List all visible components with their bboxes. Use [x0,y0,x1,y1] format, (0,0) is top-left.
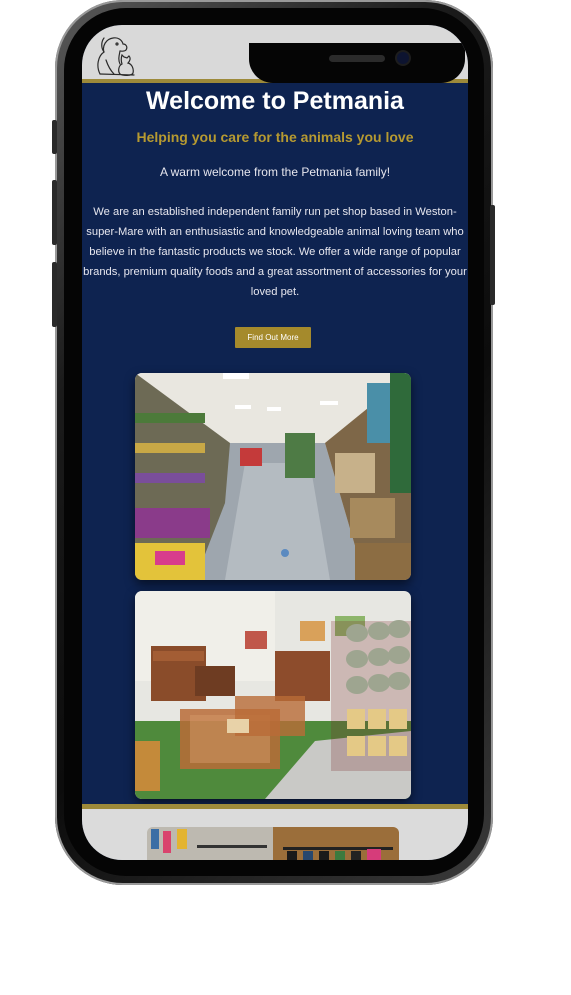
speaker-grille [329,55,385,62]
hutches-photo [135,591,411,799]
device-notch [249,43,465,83]
find-out-more-button[interactable]: Find Out More [235,327,311,348]
volume-down-button [52,262,57,327]
volume-up-button [52,180,57,245]
accessories-photo [147,827,399,860]
page-title: Welcome to Petmania [146,87,404,115]
intro-paragraph: We are an established independent family… [83,206,467,298]
camera-icon [397,52,409,64]
shop-aisle-photo [135,373,411,580]
phone-screen: Welcome to Petmania Helping you care for… [82,25,468,860]
page-subtitle: Helping you care for the animals you lov… [136,129,414,145]
mute-switch [52,120,57,154]
power-button [490,205,495,305]
welcome-text: A warm welcome from the Petmania family! [159,165,391,179]
dog-and-cat-logo-icon[interactable] [88,30,138,80]
